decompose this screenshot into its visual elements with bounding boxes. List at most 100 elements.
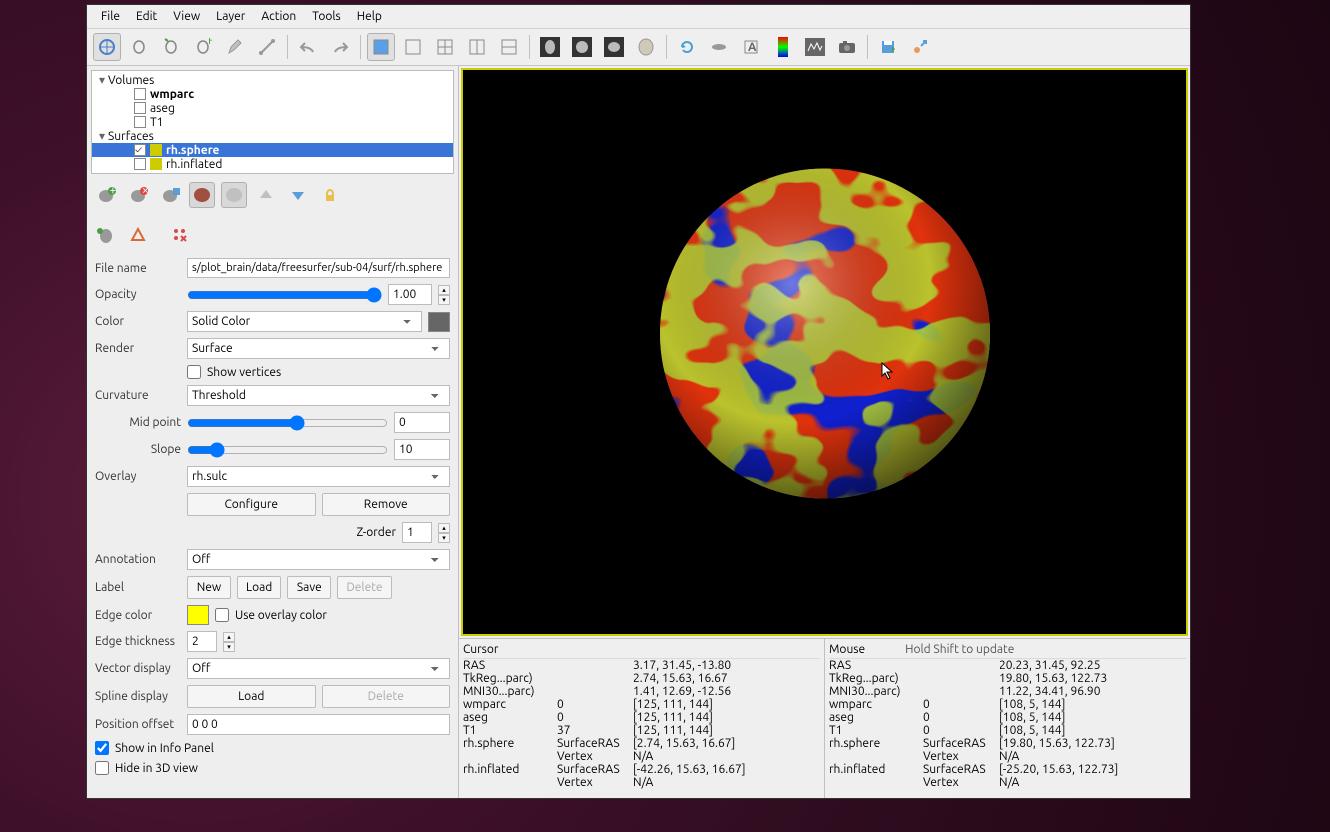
- input-midpoint[interactable]: [394, 412, 450, 433]
- overlay-head-icon[interactable]: [93, 222, 119, 248]
- tool-brain-cor[interactable]: [568, 33, 596, 61]
- layer-remove-icon[interactable]: ×: [125, 182, 151, 208]
- zorder-spin-up[interactable]: ▴: [438, 523, 450, 533]
- menu-layer[interactable]: Layer: [208, 7, 253, 26]
- select-render[interactable]: Surface: [187, 338, 450, 359]
- menu-action[interactable]: Action: [253, 7, 304, 26]
- tool-head1[interactable]: [125, 33, 153, 61]
- button-label-delete: Delete: [337, 576, 391, 599]
- tool-refresh[interactable]: [673, 33, 701, 61]
- tool-head3[interactable]: R: [189, 33, 217, 61]
- tool-brain-3d[interactable]: [632, 33, 660, 61]
- opacity-spin-down[interactable]: ▾: [438, 295, 450, 305]
- layer-up-icon[interactable]: [253, 182, 279, 208]
- thickness-spin-down[interactable]: ▾: [223, 642, 235, 652]
- select-vector-display[interactable]: Off: [187, 658, 450, 679]
- thickness-spin-up[interactable]: ▴: [223, 632, 235, 642]
- menu-help[interactable]: Help: [349, 7, 390, 26]
- swatch-solid-color[interactable]: [428, 312, 450, 332]
- slider-opacity[interactable]: [187, 287, 382, 303]
- label-edge-thickness: Edge thickness: [95, 635, 181, 648]
- tool-disc[interactable]: [705, 33, 733, 61]
- mouse-cursor-icon: [881, 362, 895, 380]
- select-color[interactable]: Solid Color: [187, 311, 422, 332]
- tool-text[interactable]: A: [737, 33, 765, 61]
- layer-tree[interactable]: ▾Volumes wmparc aseg T1 ▾Surfaces rh.sph…: [91, 70, 454, 174]
- tree-item-rh-sphere[interactable]: rh.sphere: [166, 144, 219, 157]
- label-show-info-panel: Show in Info Panel: [115, 742, 214, 755]
- swatch-edge-color[interactable]: [187, 605, 209, 625]
- input-opacity[interactable]: [388, 284, 432, 305]
- layer-lock-icon[interactable]: [317, 182, 343, 208]
- tree-item-wmparc[interactable]: wmparc: [150, 88, 194, 101]
- button-remove[interactable]: Remove: [322, 493, 451, 516]
- tree-group-volumes[interactable]: Volumes: [108, 74, 154, 87]
- layer-surf2-icon[interactable]: [221, 182, 247, 208]
- menu-view[interactable]: View: [165, 7, 208, 26]
- button-label-new[interactable]: New: [187, 576, 231, 599]
- menu-bar: File Edit View Layer Action Tools Help: [87, 5, 1190, 29]
- checkbox-show-info-panel[interactable]: [95, 741, 109, 755]
- app-window: File Edit View Layer Action Tools Help R…: [86, 4, 1191, 799]
- input-file-name[interactable]: [187, 258, 450, 278]
- opacity-spin-up[interactable]: ▴: [438, 285, 450, 295]
- layer-surf1-icon[interactable]: [189, 182, 215, 208]
- tool-save[interactable]: [874, 33, 902, 61]
- input-zorder[interactable]: [402, 522, 432, 543]
- svg-text:+: +: [110, 186, 117, 197]
- tool-brain-sag[interactable]: [536, 33, 564, 61]
- sidebar: ▾ Volumes wmparc aseg T1 ▾ Surfaces rh.sph…: [87, 66, 459, 798]
- button-label-save[interactable]: Save: [287, 576, 331, 599]
- tool-measure[interactable]: [253, 33, 281, 61]
- tree-item-t1[interactable]: T1: [150, 116, 163, 129]
- select-annotation[interactable]: Off: [187, 549, 450, 570]
- menu-edit[interactable]: Edit: [128, 7, 165, 26]
- layer-add-icon[interactable]: +: [93, 182, 119, 208]
- select-overlay[interactable]: rh.sulc: [187, 466, 450, 487]
- tree-item-rh-inflated[interactable]: rh.inflated: [166, 158, 222, 171]
- tool-layout-5[interactable]: [495, 33, 523, 61]
- tool-undo[interactable]: [294, 33, 322, 61]
- tree-item-aseg[interactable]: aseg: [150, 102, 175, 115]
- overlay-remove-icon[interactable]: [167, 222, 193, 248]
- label-color: Color: [95, 315, 181, 328]
- slider-midpoint[interactable]: [187, 415, 388, 431]
- button-configure[interactable]: Configure: [187, 493, 316, 516]
- tool-timeseries[interactable]: [801, 33, 829, 61]
- menu-tools[interactable]: Tools: [304, 7, 349, 26]
- tool-navigate[interactable]: [93, 33, 121, 61]
- checkbox-use-overlay-color[interactable]: [215, 608, 229, 622]
- layer-down-icon[interactable]: [285, 182, 311, 208]
- input-slope[interactable]: [394, 439, 450, 460]
- tool-layout-1[interactable]: [367, 33, 395, 61]
- checkbox-show-vertices[interactable]: [187, 365, 201, 379]
- tool-layout-4[interactable]: [463, 33, 491, 61]
- slider-slope[interactable]: [187, 442, 388, 458]
- mouse-title: Mouse: [829, 643, 865, 656]
- label-overlay: Overlay: [95, 470, 181, 483]
- tool-layout-2[interactable]: [399, 33, 427, 61]
- checkbox-hide-3d[interactable]: [95, 761, 109, 775]
- overlay-triangle-icon[interactable]: [125, 222, 151, 248]
- menu-file[interactable]: File: [93, 7, 128, 26]
- tool-camera[interactable]: [833, 33, 861, 61]
- select-curvature[interactable]: Threshold: [187, 385, 450, 406]
- tool-pencil[interactable]: [221, 33, 249, 61]
- input-edge-thickness[interactable]: [187, 631, 217, 652]
- tool-export[interactable]: [906, 33, 934, 61]
- info-panel-cursor: Cursor RAS3.17, 31.45, -13.80TkReg...par…: [459, 639, 825, 798]
- button-label-load[interactable]: Load: [237, 576, 281, 599]
- tool-head2[interactable]: [157, 33, 185, 61]
- tool-brain-ax[interactable]: [600, 33, 628, 61]
- zorder-spin-down[interactable]: ▾: [438, 533, 450, 543]
- input-position-offset[interactable]: [187, 714, 450, 735]
- viewport-3d[interactable]: [461, 68, 1188, 636]
- label-show-vertices: Show vertices: [207, 366, 281, 379]
- tree-group-surfaces[interactable]: Surfaces: [108, 130, 154, 143]
- button-spline-load[interactable]: Load: [187, 685, 316, 708]
- layer-save-icon[interactable]: [157, 182, 183, 208]
- label-position-offset: Position offset: [95, 718, 181, 731]
- tool-layout-3[interactable]: [431, 33, 459, 61]
- tool-redo[interactable]: [326, 33, 354, 61]
- tool-colormap[interactable]: [769, 33, 797, 61]
